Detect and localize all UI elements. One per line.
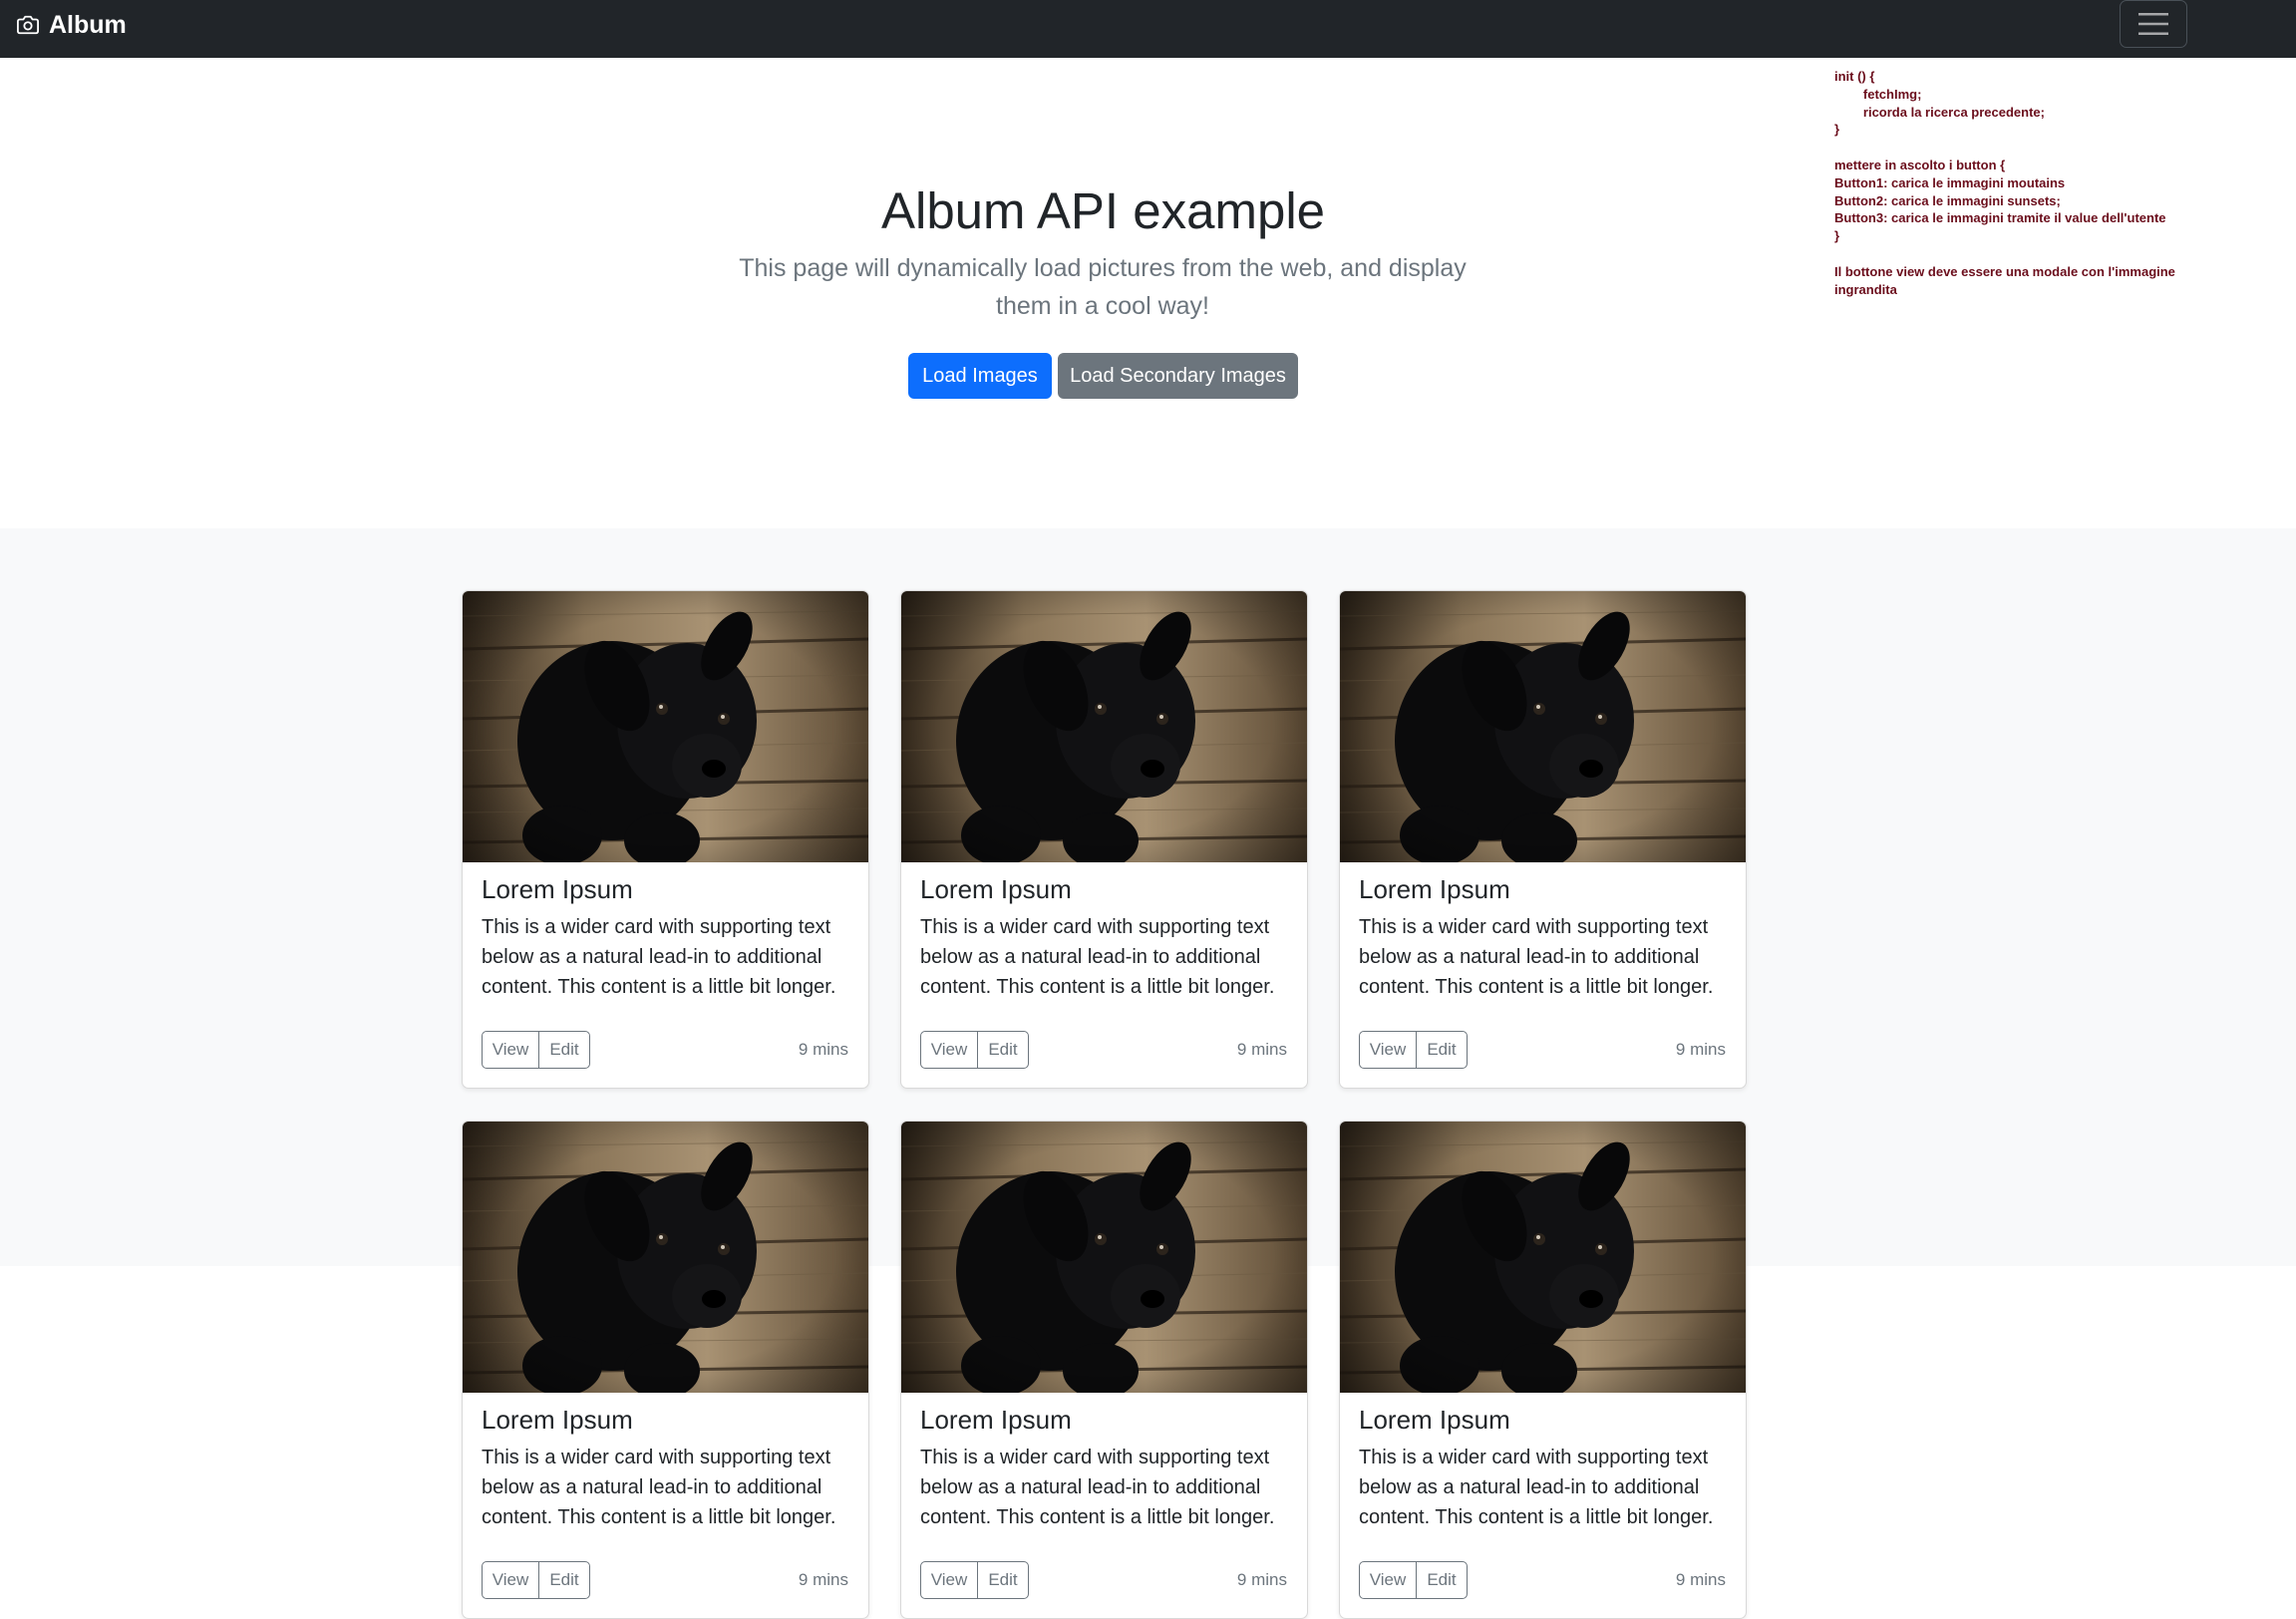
card-view-button[interactable]: View (1359, 1561, 1417, 1599)
card-button-group: View Edit (920, 1031, 1029, 1069)
camera-icon (17, 15, 39, 35)
card-edit-button[interactable]: Edit (977, 1031, 1029, 1069)
card-title: Lorem Ipsum (482, 874, 633, 904)
album-card: Lorem Ipsum This is a wider card with su… (462, 1121, 869, 1619)
card-edit-button[interactable]: Edit (1416, 1561, 1468, 1599)
card-button-group: View Edit (482, 1561, 590, 1599)
card-time-text: 9 mins (1675, 1040, 1726, 1059)
hamburger-menu-icon (2138, 13, 2168, 35)
card-text: This is a wider card with supporting tex… (920, 1447, 1275, 1528)
card-text: This is a wider card with supporting tex… (920, 916, 1275, 998)
card-text: This is a wider card with supporting tex… (482, 916, 836, 998)
card-view-button[interactable]: View (920, 1031, 978, 1069)
navbar-toggler-button[interactable] (2120, 0, 2187, 48)
card-text: This is a wider card with supporting tex… (1359, 916, 1714, 998)
card-time-text: 9 mins (1236, 1040, 1287, 1059)
card-time-text: 9 mins (1236, 1570, 1287, 1589)
card-title: Lorem Ipsum (1359, 1405, 1510, 1435)
card-edit-button[interactable]: Edit (538, 1031, 590, 1069)
card-edit-button[interactable]: Edit (1416, 1031, 1468, 1069)
card-image-dog (901, 591, 1307, 868)
card-button-group: View Edit (1359, 1031, 1468, 1069)
card-title: Lorem Ipsum (482, 1405, 633, 1435)
card-title: Lorem Ipsum (1359, 874, 1510, 904)
album-section: Lorem Ipsum This is a wider card with su… (0, 528, 2296, 1619)
card-time-text: 9 mins (798, 1570, 848, 1589)
card-time-text: 9 mins (798, 1040, 848, 1059)
card-edit-button[interactable]: Edit (538, 1561, 590, 1599)
card-image-dog (463, 1122, 868, 1399)
card-image-dog (1340, 591, 1746, 868)
card-view-button[interactable]: View (1359, 1031, 1417, 1069)
load-images-button[interactable]: Load Images (908, 353, 1052, 399)
card-title: Lorem Ipsum (920, 874, 1072, 904)
card-image-dog (901, 1122, 1307, 1399)
album-card: Lorem Ipsum This is a wider card with su… (462, 590, 869, 1089)
card-view-button[interactable]: View (482, 1031, 539, 1069)
card-button-group: View Edit (920, 1561, 1029, 1599)
card-button-group: View Edit (1359, 1561, 1468, 1599)
album-card: Lorem Ipsum This is a wider card with su… (900, 590, 1308, 1089)
brand-label: Album (49, 10, 127, 39)
album-card: Lorem Ipsum This is a wider card with su… (900, 1121, 1308, 1619)
card-title: Lorem Ipsum (920, 1405, 1072, 1435)
card-image-dog (1340, 1122, 1746, 1399)
album-card: Lorem Ipsum This is a wider card with su… (1339, 1121, 1747, 1619)
card-button-group: View Edit (482, 1031, 590, 1069)
brand-link[interactable]: Album (17, 0, 127, 50)
card-view-button[interactable]: View (920, 1561, 978, 1599)
card-time-text: 9 mins (1675, 1570, 1726, 1589)
card-image-dog (463, 591, 868, 868)
card-view-button[interactable]: View (482, 1561, 539, 1599)
card-text: This is a wider card with supporting tex… (482, 1447, 836, 1528)
album-card: Lorem Ipsum This is a wider card with su… (1339, 590, 1747, 1089)
hero-lead-text: This page will dynamically load pictures… (739, 254, 1467, 320)
card-edit-button[interactable]: Edit (977, 1561, 1029, 1599)
dev-notes-text: init () { fetchImg; ricorda la ricerca p… (1834, 69, 2175, 297)
card-text: This is a wider card with supporting tex… (1359, 1447, 1714, 1528)
load-secondary-images-button[interactable]: Load Secondary Images (1058, 353, 1298, 399)
navbar: Album (0, 0, 2296, 58)
